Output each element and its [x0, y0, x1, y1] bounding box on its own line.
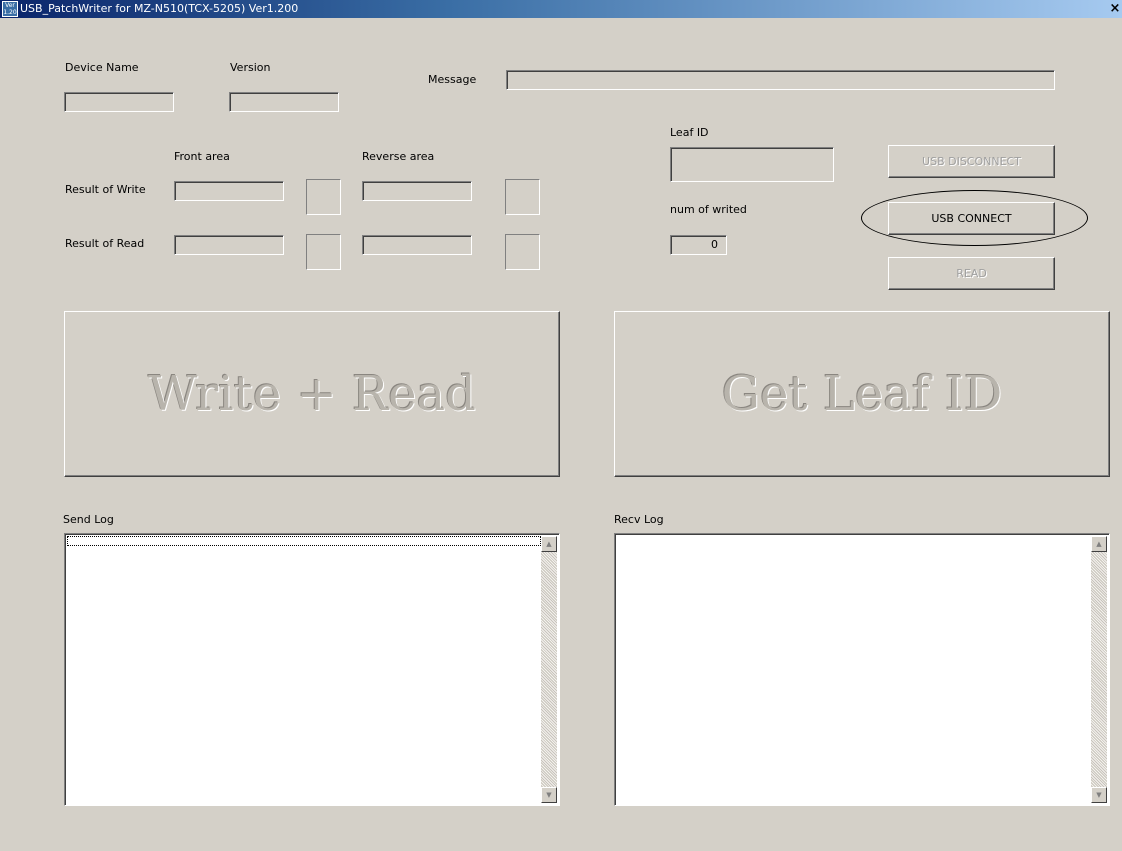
scroll-up-arrow-icon[interactable]: ▲ [541, 536, 557, 552]
get-leaf-id-button[interactable]: Get Leaf ID [614, 311, 1110, 477]
write-reverse-status-box [505, 179, 540, 215]
message-label: Message [428, 73, 477, 86]
num-of-writed-field[interactable]: 0 [670, 235, 727, 255]
window-title: USB_PatchWriter for MZ-N510(TCX-5205) Ve… [20, 2, 299, 15]
recv-log-textarea[interactable]: ▲ ▼ [614, 533, 1110, 806]
app-icon[interactable]: Ver 1.20 [2, 1, 18, 17]
leaf-id-field[interactable] [670, 147, 834, 182]
leaf-id-label: Leaf ID [670, 126, 709, 139]
close-icon[interactable]: × [1108, 1, 1122, 17]
num-of-writed-value: 0 [711, 238, 718, 251]
recv-log-scrollbar[interactable]: ▲ ▼ [1091, 536, 1107, 803]
version-label: Version [230, 61, 271, 74]
scroll-up-arrow-icon[interactable]: ▲ [1091, 536, 1107, 552]
usb-disconnect-button[interactable]: USB DISCONNECT [888, 145, 1055, 178]
result-of-write-label: Result of Write [65, 183, 146, 196]
send-log-textarea[interactable]: ▲ ▼ [64, 533, 560, 806]
write-front-field[interactable] [174, 181, 284, 201]
result-of-read-label: Result of Read [65, 237, 145, 250]
read-front-status-box [306, 234, 341, 270]
read-reverse-status-box [505, 234, 540, 270]
read-front-field[interactable] [174, 235, 284, 255]
scroll-down-arrow-icon[interactable]: ▼ [1091, 787, 1107, 803]
send-log-scrollbar[interactable]: ▲ ▼ [541, 536, 557, 803]
recv-log-label: Recv Log [614, 513, 664, 526]
send-log-label: Send Log [63, 513, 114, 526]
front-area-label: Front area [174, 150, 230, 163]
device-name-label: Device Name [65, 61, 139, 74]
send-log-focus-line [67, 536, 541, 546]
usb-connect-button[interactable]: USB CONNECT [888, 202, 1055, 235]
message-field[interactable] [506, 70, 1055, 90]
scroll-down-arrow-icon[interactable]: ▼ [541, 787, 557, 803]
write-front-status-box [306, 179, 341, 215]
version-field[interactable] [229, 92, 339, 112]
num-of-writed-label: num of writed [670, 203, 747, 216]
device-name-field[interactable] [64, 92, 174, 112]
read-reverse-field[interactable] [362, 235, 472, 255]
write-reverse-field[interactable] [362, 181, 472, 201]
write-read-button[interactable]: Write + Read [64, 311, 560, 477]
read-button[interactable]: READ [888, 257, 1055, 290]
reverse-area-label: Reverse area [362, 150, 435, 163]
